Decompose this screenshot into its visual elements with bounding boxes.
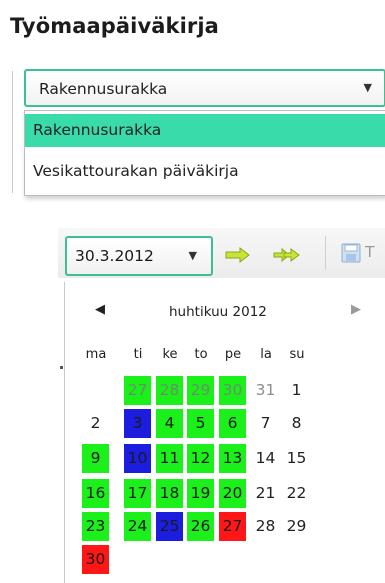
toolbar-button-label[interactable]: T: [365, 243, 374, 261]
double-arrow-right-icon[interactable]: [272, 244, 300, 266]
calendar-day[interactable]: 28: [252, 512, 279, 541]
marker: [60, 366, 63, 369]
calendar-day[interactable]: 12: [187, 444, 214, 473]
calendar-day[interactable]: 29: [187, 376, 214, 405]
calendar-day[interactable]: 10: [124, 444, 151, 473]
calendar-day[interactable]: 20: [219, 479, 246, 508]
toolbar-separator: [325, 236, 326, 270]
calendar-day[interactable]: 6: [219, 409, 246, 438]
calendar-day[interactable]: 18: [156, 479, 183, 508]
weekday-ti: ti: [133, 347, 143, 362]
calendar-day[interactable]: 16: [82, 479, 109, 508]
weekday-su: su: [289, 347, 305, 362]
chevron-down-icon[interactable]: ▼: [189, 249, 197, 262]
calendar-day[interactable]: 5: [187, 409, 214, 438]
weekday-to: to: [194, 347, 208, 362]
next-month-icon[interactable]: ▶: [351, 302, 361, 317]
calendar-day[interactable]: 30: [219, 376, 246, 405]
calendar-day[interactable]: 28: [156, 376, 183, 405]
calendar-day[interactable]: 9: [82, 444, 109, 473]
prev-month-icon[interactable]: ◀: [95, 302, 105, 317]
calendar-day[interactable]: 15: [283, 444, 310, 473]
calendar-month-label: huhtikuu 2012: [169, 304, 267, 320]
calendar-day[interactable]: 29: [283, 512, 310, 541]
calendar-day[interactable]: 19: [187, 479, 214, 508]
save-icon[interactable]: [340, 242, 362, 264]
calendar-day[interactable]: 8: [283, 409, 310, 438]
calendar-day[interactable]: 13: [219, 444, 246, 473]
date-select-value: 30.3.2012: [75, 247, 154, 265]
calendar-day[interactable]: 27: [124, 376, 151, 405]
calendar-day[interactable]: 27: [219, 512, 246, 541]
calendar-day[interactable]: 1: [283, 376, 310, 405]
weekday-la: la: [260, 347, 272, 362]
weekday-ke: ke: [162, 347, 178, 362]
calendar-day[interactable]: 31: [252, 376, 279, 405]
calendar-day[interactable]: 21: [252, 479, 279, 508]
option-vesikattourakan-paivakirja[interactable]: Vesikattourakan päiväkirja: [25, 155, 385, 188]
diary-type-options: Rakennusurakka Vesikattourakan päiväkirj…: [24, 110, 385, 196]
weekday-pe: pe: [224, 347, 242, 362]
page-title: Työmaapäiväkirja: [10, 14, 219, 38]
calendar-day[interactable]: 30: [82, 545, 109, 574]
diary-type-select-value: Rakennusurakka: [39, 80, 168, 98]
date-select[interactable]: 30.3.2012 ▼: [65, 236, 213, 276]
option-rakennusurakka[interactable]: Rakennusurakka: [25, 114, 385, 147]
calendar-day[interactable]: 11: [156, 444, 183, 473]
calendar-day[interactable]: 26: [187, 512, 214, 541]
calendar-day[interactable]: 4: [156, 409, 183, 438]
chevron-down-icon[interactable]: ▼: [364, 81, 372, 94]
calendar-day[interactable]: 17: [124, 479, 151, 508]
divider: [12, 71, 13, 193]
calendar-day[interactable]: 24: [124, 512, 151, 541]
calendar-popup: ◀ huhtikuu 2012 ▶ ma ti ke to pe la su 27 28 29 3…: [64, 282, 385, 583]
calendar-day[interactable]: 2: [82, 409, 109, 438]
calendar-day[interactable]: 25: [156, 512, 183, 541]
calendar-day[interactable]: 22: [283, 479, 310, 508]
weekday-ma: ma: [85, 347, 107, 362]
calendar-day[interactable]: 7: [252, 409, 279, 438]
diary-type-select[interactable]: Rakennusurakka ▼: [24, 69, 385, 107]
calendar-day[interactable]: 3: [124, 409, 151, 438]
calendar-day[interactable]: 23: [82, 512, 109, 541]
calendar-day[interactable]: 14: [252, 444, 279, 473]
arrow-right-icon[interactable]: [224, 244, 252, 266]
